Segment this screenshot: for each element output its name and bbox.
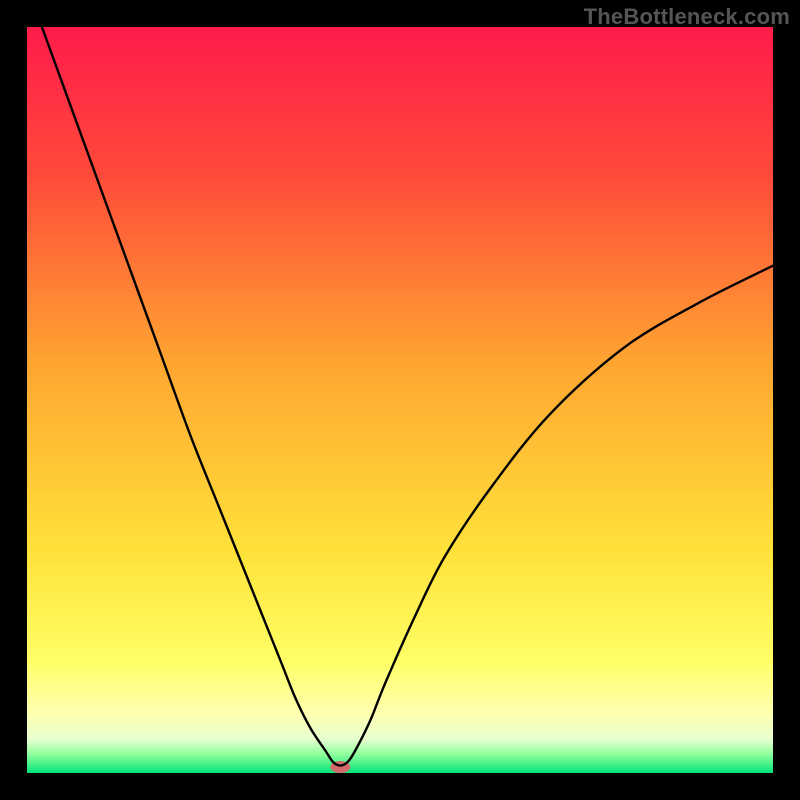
- chart-frame: TheBottleneck.com: [0, 0, 800, 800]
- chart-svg: [27, 27, 773, 773]
- plot-area: [27, 27, 773, 773]
- gradient-background: [27, 27, 773, 773]
